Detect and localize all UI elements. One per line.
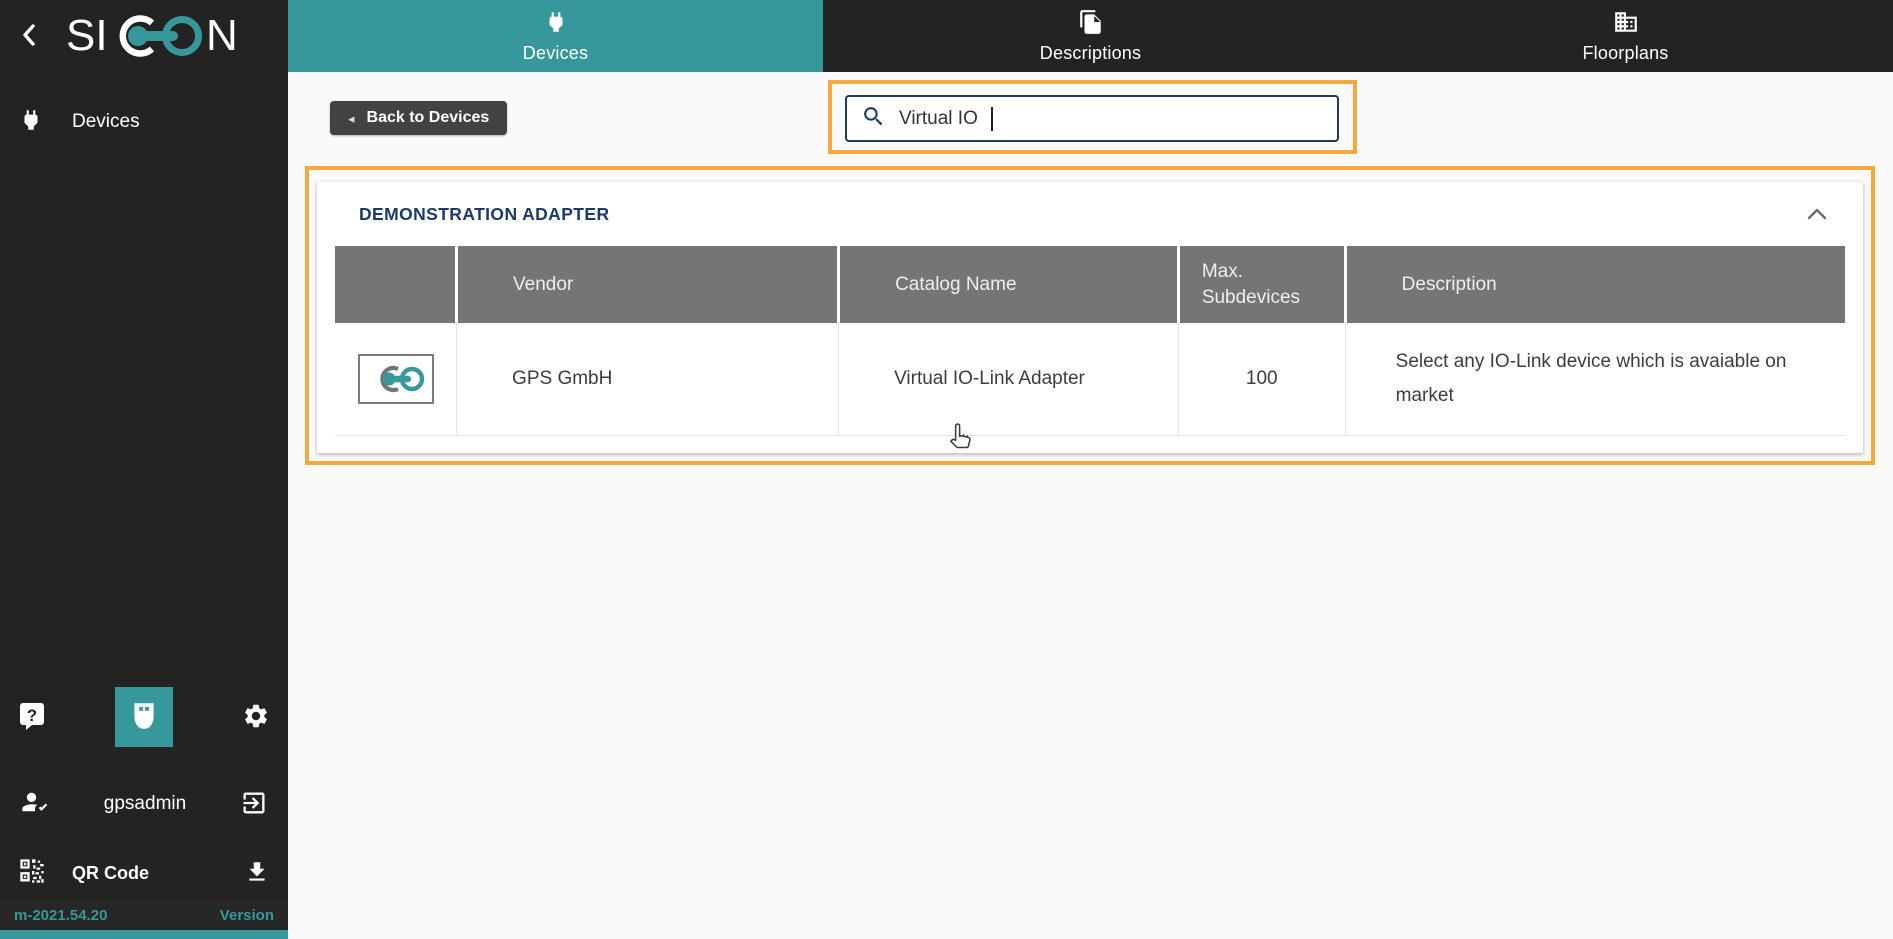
tab-label: Devices <box>522 42 589 63</box>
copy-pages-icon <box>1078 9 1104 40</box>
sidebar-header: SI N <box>0 0 288 72</box>
sidebar-collapse-button[interactable] <box>12 16 46 56</box>
table-row-virtual-io-link-adapter[interactable]: GPS GmbH Virtual IO-Link Adapter 100 Sel… <box>335 323 1845 436</box>
chevron-left-icon <box>18 22 40 51</box>
download-icon <box>244 859 270 888</box>
max-subdevices-cell: 100 <box>1177 323 1346 436</box>
person-check-icon <box>20 788 50 821</box>
plug-icon <box>543 9 569 40</box>
description-cell: Select any IO-Link device which is avaia… <box>1344 323 1845 436</box>
qr-code-icon <box>18 857 46 890</box>
panel-title: DEMONSTRATION ADAPTER <box>359 203 610 224</box>
column-header-vendor: Vendor <box>455 246 839 323</box>
sidebar-item-label: Devices <box>72 111 140 132</box>
adapter-panel: DEMONSTRATION ADAPTER Vendor Catalog Nam… <box>317 182 1863 453</box>
results-annotation-box: DEMONSTRATION ADAPTER Vendor Catalog Nam… <box>305 166 1875 465</box>
column-header-description: Description <box>1343 246 1845 323</box>
gps-logo-icon <box>357 353 434 404</box>
gear-icon <box>242 702 270 733</box>
vendor-logo-cell <box>335 323 457 436</box>
back-to-devices-button[interactable]: ◂ Back to Devices <box>330 101 508 135</box>
back-button-label: Back to Devices <box>366 109 490 126</box>
search-input[interactable]: Virtual IO <box>845 95 1339 142</box>
version-label: Version <box>219 906 274 924</box>
svg-text:?: ? <box>27 706 37 725</box>
usb-devices-button[interactable] <box>115 687 173 747</box>
version-bar: m-2021.54.20 Version <box>0 900 288 930</box>
download-qr-button[interactable] <box>244 859 270 888</box>
qr-code-row: QR Code <box>0 845 288 901</box>
help-button[interactable]: ? <box>18 701 46 734</box>
column-header-icon <box>335 246 457 323</box>
usb-connector-icon <box>129 700 159 735</box>
sidebar-item-devices[interactable]: Devices <box>0 96 288 148</box>
search-value: Virtual IO <box>899 107 978 129</box>
tab-label: Descriptions <box>1039 42 1142 63</box>
help-bubble-icon: ? <box>18 701 46 734</box>
settings-button[interactable] <box>242 702 270 733</box>
sidebar-icon-row: ? <box>0 687 288 747</box>
username-label: gpsadmin <box>103 793 187 814</box>
plug-icon <box>18 107 44 138</box>
tab-devices[interactable]: Devices <box>288 0 823 72</box>
app-screen: SI N Devices ? gpsadmin QR Code m-2021.5… <box>0 0 1893 939</box>
version-number: m-2021.54.20 <box>14 906 108 924</box>
search-annotation-box: Virtual IO <box>828 80 1357 154</box>
exit-icon <box>240 789 268 820</box>
magnifier-icon <box>861 104 886 134</box>
column-header-catalog-name: Catalog Name <box>837 246 1179 323</box>
collapse-section-button[interactable] <box>1805 205 1829 224</box>
text-caret <box>990 106 993 131</box>
tab-descriptions[interactable]: Descriptions <box>823 0 1358 72</box>
user-row: gpsadmin <box>0 775 288 833</box>
sidebar: SI N Devices ? gpsadmin QR Code m-2021.5… <box>0 0 288 939</box>
column-header-max-subdevices: Max. Subdevices <box>1176 246 1346 323</box>
back-arrow-icon: ◂ <box>348 110 355 126</box>
building-icon <box>1613 9 1639 40</box>
logo-text-left: SI <box>66 11 108 60</box>
sicon-logo: SI N <box>66 11 246 61</box>
catalog-name-cell: Virtual IO-Link Adapter <box>838 323 1179 436</box>
adapter-table: Vendor Catalog Name Max. Subdevices Desc… <box>335 246 1845 436</box>
top-navigation: Devices Descriptions Floorplans <box>288 0 1893 72</box>
logo-text-right: N <box>206 11 238 60</box>
panel-header: DEMONSTRATION ADAPTER <box>317 182 1863 246</box>
table-header-row: Vendor Catalog Name Max. Subdevices Desc… <box>335 246 1845 323</box>
sidebar-accent-strip <box>0 930 288 939</box>
vendor-cell: GPS GmbH <box>456 323 839 436</box>
qr-code-label: QR Code <box>72 862 150 883</box>
tab-label: Floorplans <box>1582 42 1669 63</box>
logout-button[interactable] <box>240 789 268 820</box>
chevron-up-icon <box>1805 205 1829 224</box>
tab-floorplans[interactable]: Floorplans <box>1358 0 1893 72</box>
